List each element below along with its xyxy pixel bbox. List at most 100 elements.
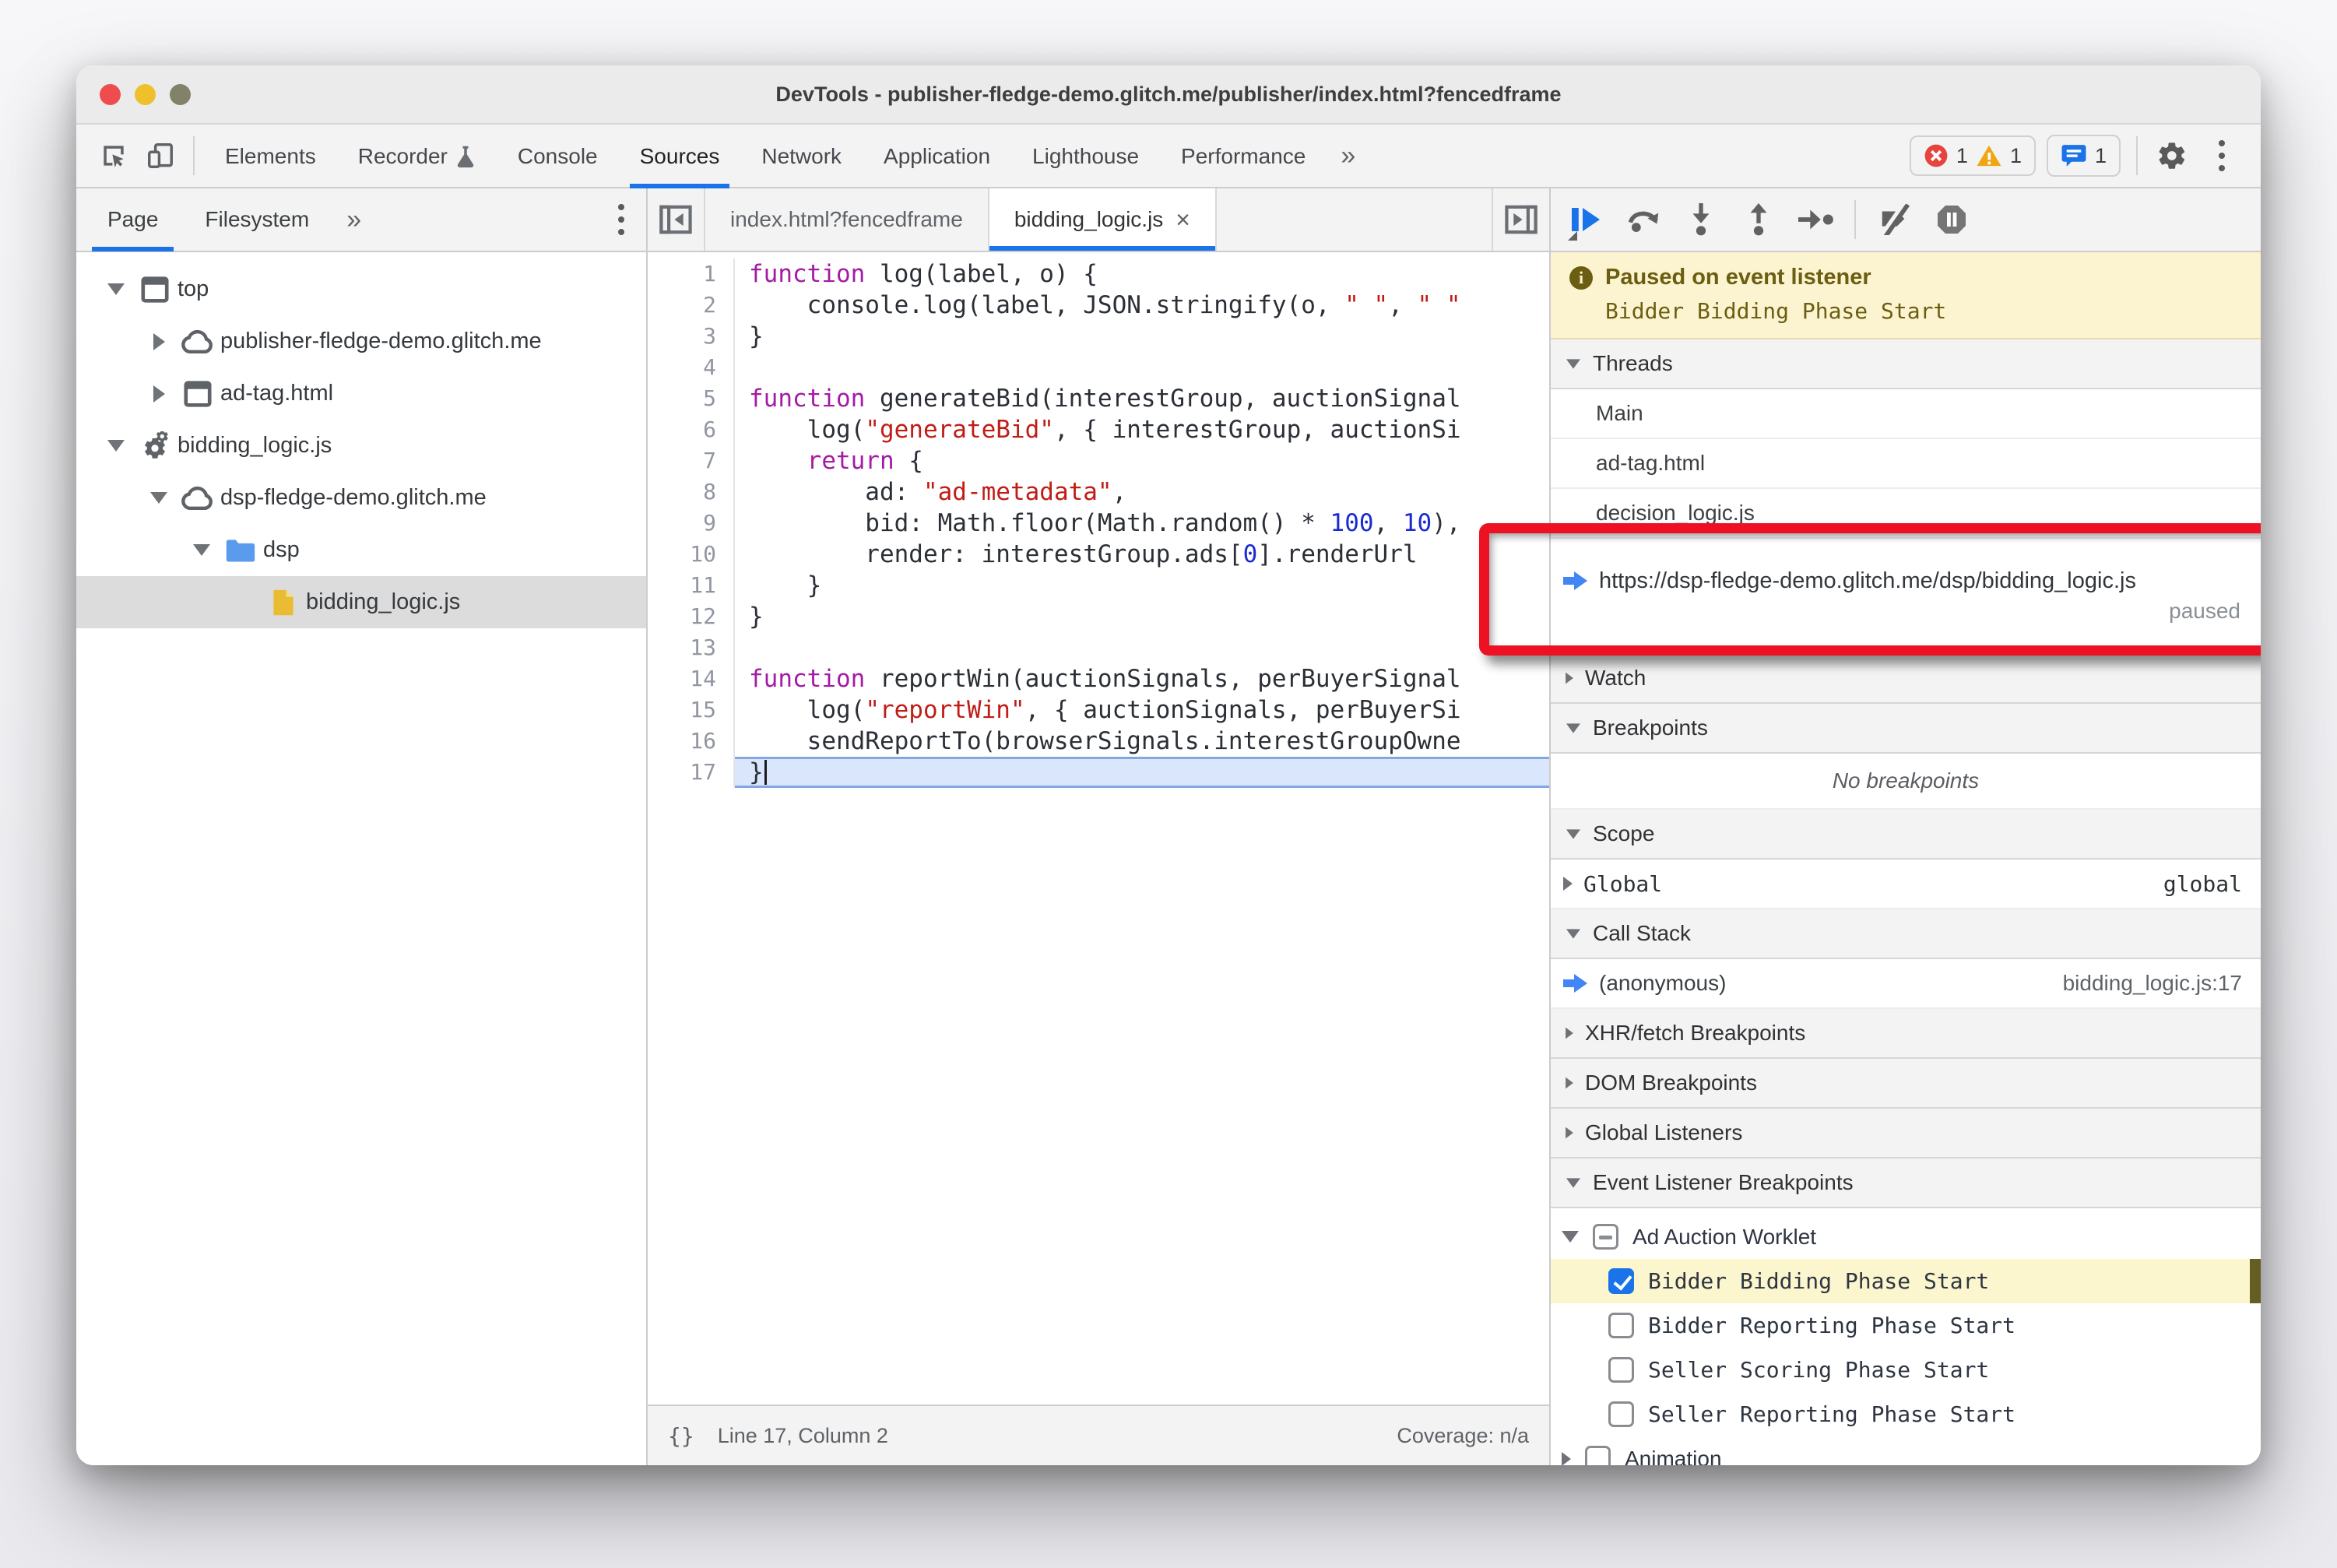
line-number[interactable]: 12 — [648, 601, 735, 632]
line-number[interactable]: 11 — [648, 570, 735, 601]
errors-warnings-badge[interactable]: 1 1 — [1909, 135, 2036, 176]
code-text[interactable]: } — [735, 321, 1549, 352]
tree-item-bidding-logic-js[interactable]: bidding_logic.js — [76, 420, 646, 472]
section-breakpoints[interactable]: Breakpoints — [1551, 704, 2261, 754]
device-toolbar-icon[interactable] — [137, 132, 184, 180]
line-number[interactable]: 2 — [648, 290, 735, 321]
tab-console[interactable]: Console — [497, 125, 619, 188]
checkbox-checked[interactable] — [1608, 1268, 1634, 1294]
tab-application[interactable]: Application — [863, 125, 1011, 188]
checkbox-unchecked[interactable] — [1608, 1357, 1634, 1383]
pretty-print-icon[interactable]: {} — [668, 1423, 694, 1449]
code-text[interactable] — [735, 352, 1549, 383]
line-number[interactable]: 9 — [648, 508, 735, 539]
editor-tab-index-html-fencedframe[interactable]: index.html?fencedframe — [705, 188, 989, 251]
section-call-stack[interactable]: Call Stack — [1551, 909, 2261, 959]
code-editor[interactable]: 1 function log(label, o) {2 console.log(l… — [648, 252, 1549, 1405]
tab-sources[interactable]: Sources — [619, 125, 741, 188]
thread-item-ad-tag-html[interactable]: ad-tag.html — [1551, 439, 2261, 489]
line-number[interactable]: 17 — [648, 757, 735, 788]
expand-triangle-icon[interactable] — [153, 332, 165, 350]
line-number[interactable]: 16 — [648, 726, 735, 757]
collapse-triangle-icon[interactable] — [150, 492, 167, 504]
line-number[interactable]: 7 — [648, 445, 735, 476]
line-number[interactable]: 8 — [648, 476, 735, 508]
code-line-16[interactable]: 16 sendReportTo(browserSignals.interestG… — [648, 726, 1549, 757]
section-watch[interactable]: Watch — [1551, 654, 2261, 704]
tree-item-top[interactable]: top — [76, 263, 646, 315]
more-panels-chevron-icon[interactable]: » — [1327, 141, 1369, 171]
listener-item-animation[interactable]: Animation — [1551, 1436, 2261, 1465]
code-text[interactable]: } — [735, 601, 1549, 632]
expand-triangle-icon[interactable] — [153, 385, 165, 403]
collapse-triangle-icon[interactable] — [193, 544, 210, 556]
collapse-triangle-icon[interactable] — [107, 440, 125, 452]
devtools-kebab-menu-icon[interactable] — [2197, 140, 2247, 171]
section-threads[interactable]: Threads — [1551, 339, 2261, 389]
code-line-17[interactable]: 17} — [648, 757, 1549, 788]
code-line-4[interactable]: 4 — [648, 352, 1549, 383]
line-number[interactable]: 5 — [648, 383, 735, 414]
line-number[interactable]: 6 — [648, 414, 735, 445]
code-line-6[interactable]: 6 log("generateBid", { interestGroup, au… — [648, 414, 1549, 445]
code-text[interactable]: render: interestGroup.ads[0].renderUrl — [735, 539, 1549, 570]
tab-lighthouse[interactable]: Lighthouse — [1011, 125, 1160, 188]
line-number[interactable]: 14 — [648, 663, 735, 694]
call-stack-frame-row[interactable]: (anonymous) bidding_logic.js:17 — [1551, 959, 2261, 1009]
code-line-9[interactable]: 9 bid: Math.floor(Math.random() * 100, 1… — [648, 508, 1549, 539]
step-into-button[interactable] — [1672, 192, 1730, 247]
checkbox-unchecked[interactable] — [1585, 1446, 1611, 1465]
code-line-14[interactable]: 14 function reportWin(auctionSignals, per… — [648, 663, 1549, 694]
code-line-1[interactable]: 1 function log(label, o) { — [648, 258, 1549, 290]
checkbox-indeterminate[interactable] — [1593, 1224, 1618, 1250]
tab-performance[interactable]: Performance — [1160, 125, 1327, 188]
line-number[interactable]: 1 — [648, 258, 735, 290]
window-controls[interactable] — [100, 65, 191, 123]
hide-navigator-icon[interactable] — [648, 188, 705, 251]
code-text[interactable]: } — [735, 570, 1549, 601]
code-text[interactable]: return { — [735, 445, 1549, 476]
editor-tab-bidding-logic-js[interactable]: bidding_logic.js × — [989, 188, 1217, 251]
listener-item-bidder-bidding-phase-start[interactable]: Bidder Bidding Phase Start — [1551, 1259, 2261, 1303]
checkbox-unchecked[interactable] — [1608, 1401, 1634, 1427]
section-event-listener-breakpoints[interactable]: Event Listener Breakpoints — [1551, 1158, 2261, 1208]
code-line-12[interactable]: 12} — [648, 601, 1549, 632]
listener-item-ad-auction-worklet[interactable]: Ad Auction Worklet — [1551, 1215, 2261, 1259]
listener-item-seller-reporting-phase-start[interactable]: Seller Reporting Phase Start — [1551, 1392, 2261, 1436]
zoom-window-button[interactable] — [170, 83, 191, 105]
collapse-triangle-icon[interactable] — [107, 283, 125, 295]
section-global-listeners[interactable]: Global Listeners — [1551, 1109, 2261, 1158]
tab-page[interactable]: Page — [84, 188, 181, 251]
line-number[interactable]: 3 — [648, 321, 735, 352]
code-text[interactable]: function generateBid(interestGroup, auct… — [735, 383, 1549, 414]
step-button[interactable] — [1787, 192, 1845, 247]
tree-item-publisher-fledge-demo-glitch-me[interactable]: publisher-fledge-demo.glitch.me — [76, 315, 646, 367]
code-line-3[interactable]: 3} — [648, 321, 1549, 352]
thread-item-main[interactable]: Main — [1551, 389, 2261, 439]
thread-item-decision-logic-js[interactable]: decision_logic.js — [1551, 489, 2261, 539]
navigator-kebab-menu-icon[interactable] — [596, 204, 646, 235]
code-text[interactable]: sendReportTo(browserSignals.interestGrou… — [735, 726, 1549, 757]
line-number[interactable]: 15 — [648, 694, 735, 726]
code-text[interactable]: console.log(label, JSON.stringify(o, " "… — [735, 290, 1549, 321]
code-text[interactable]: ad: "ad-metadata", — [735, 476, 1549, 508]
code-text[interactable] — [735, 632, 1549, 663]
code-text[interactable]: bid: Math.floor(Math.random() * 100, 10)… — [735, 508, 1549, 539]
line-number[interactable]: 4 — [648, 352, 735, 383]
deactivate-breakpoints-button[interactable] — [1865, 192, 1923, 247]
tab-recorder[interactable]: Recorder — [337, 125, 497, 188]
close-window-button[interactable] — [100, 83, 121, 105]
code-text[interactable]: } — [735, 757, 1549, 788]
collapse-triangle-icon[interactable] — [1562, 1231, 1579, 1243]
tree-item-bidding-logic-js[interactable]: bidding_logic.js — [76, 576, 646, 628]
code-text[interactable]: log("generateBid", { interestGroup, auct… — [735, 414, 1549, 445]
close-tab-icon[interactable]: × — [1176, 206, 1190, 234]
line-number[interactable]: 10 — [648, 539, 735, 570]
step-out-button[interactable] — [1730, 192, 1787, 247]
tab-filesystem[interactable]: Filesystem — [181, 188, 332, 251]
listener-item-bidder-reporting-phase-start[interactable]: Bidder Reporting Phase Start — [1551, 1303, 2261, 1348]
code-line-5[interactable]: 5 function generateBid(interestGroup, auc… — [648, 383, 1549, 414]
inspect-element-icon[interactable] — [90, 132, 137, 180]
code-line-11[interactable]: 11 } — [648, 570, 1549, 601]
frame-location[interactable]: bidding_logic.js:17 — [2063, 971, 2242, 996]
